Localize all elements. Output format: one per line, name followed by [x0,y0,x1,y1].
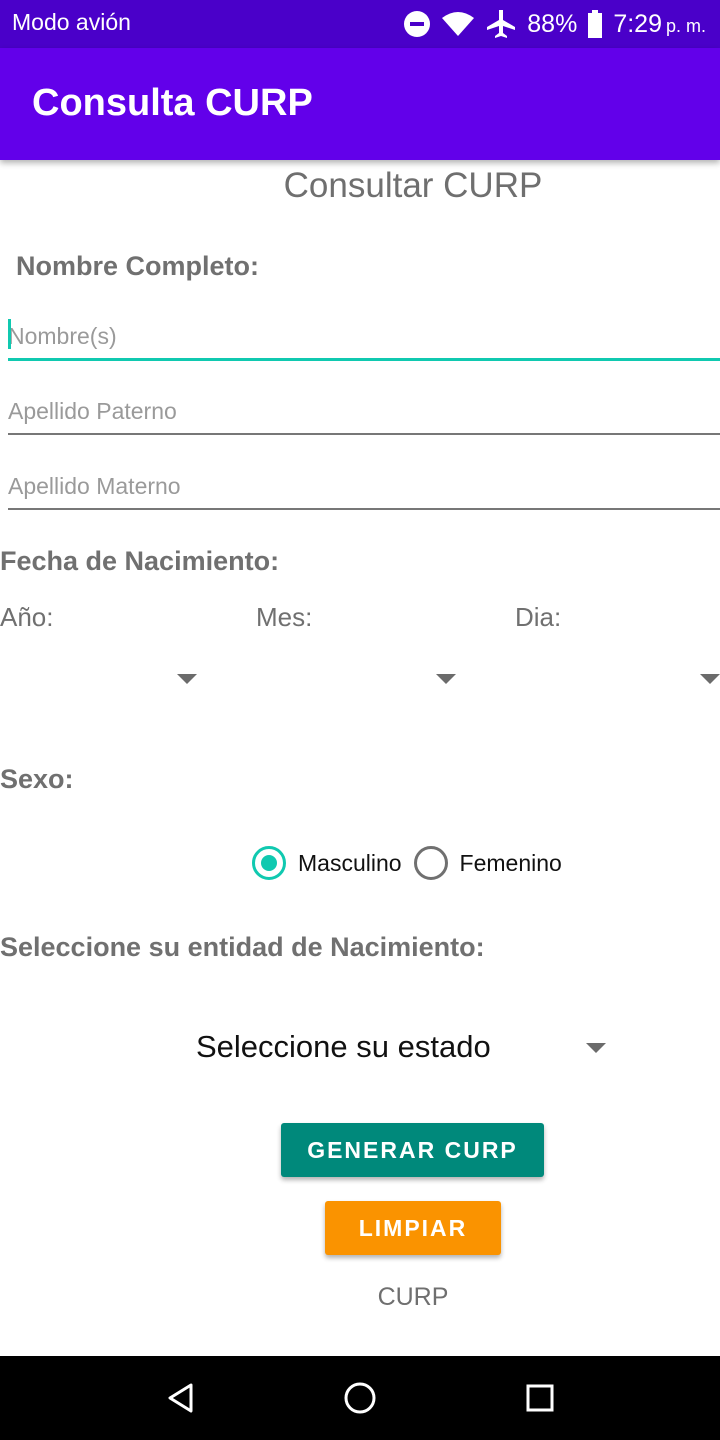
estado-dropdown-arrow-icon [586,1043,606,1053]
navigation-bar [0,1356,720,1440]
battery-percent: 88% [527,9,578,38]
nombre-completo-label: Nombre Completo: [16,251,259,281]
femenino-radio[interactable] [413,846,448,880]
home-icon[interactable] [343,1381,377,1415]
app-bar: Consulta CURP [0,48,720,160]
clock-time: 7:29 [613,9,662,38]
airplane-mode-text: Modo avión [12,9,131,35]
page-heading: Consultar CURP [283,166,543,205]
apellido-materno-input[interactable] [8,464,720,510]
fecha-nacimiento-label: Fecha de Nacimiento: [0,546,280,576]
wifi-icon [442,12,475,36]
anio-dropdown-arrow-icon [177,674,197,684]
estado-spinner-value: Seleccione su estado [196,1029,491,1064]
text-cursor [8,319,11,349]
dia-dropdown-arrow-icon [700,674,720,684]
back-icon[interactable] [166,1382,196,1414]
mes-label: Mes: [256,602,313,632]
sexo-label: Sexo: [0,764,74,794]
mes-dropdown-arrow-icon [436,674,456,684]
status-icons: 88% 7:29 p. m. [403,6,706,42]
dia-spinner[interactable] [515,650,720,706]
dia-label: Dia: [515,602,562,632]
apellido-paterno-input[interactable] [8,389,720,435]
recents-icon[interactable] [525,1383,555,1413]
clock-ampm: p. m. [665,15,706,36]
sexo-radio-group: Masculino Femenino [252,842,574,884]
masculino-label[interactable]: Masculino [298,850,402,877]
app-title: Consulta CURP [32,82,313,124]
mes-spinner[interactable] [256,650,466,706]
limpiar-button[interactable]: LIMPIAR [325,1201,501,1255]
entidad-label: Seleccione su entidad de Nacimiento: [0,932,485,962]
nombre-input[interactable] [8,314,720,361]
battery-icon [588,10,603,38]
femenino-label[interactable]: Femenino [460,850,562,877]
airplane-icon [487,10,516,38]
curp-result-text: CURP [377,1283,449,1311]
anio-label: Año: [0,602,54,632]
generar-curp-button[interactable]: GENERAR CURP [281,1123,544,1177]
masculino-radio[interactable] [252,846,286,880]
estado-spinner[interactable]: Seleccione su estado [196,1026,616,1070]
status-bar: Modo avión 88% 7:29 p. m. [0,0,720,48]
clock: 7:29 p. m. [613,10,706,39]
anio-spinner[interactable] [0,650,210,706]
do-not-disturb-icon [404,11,431,37]
